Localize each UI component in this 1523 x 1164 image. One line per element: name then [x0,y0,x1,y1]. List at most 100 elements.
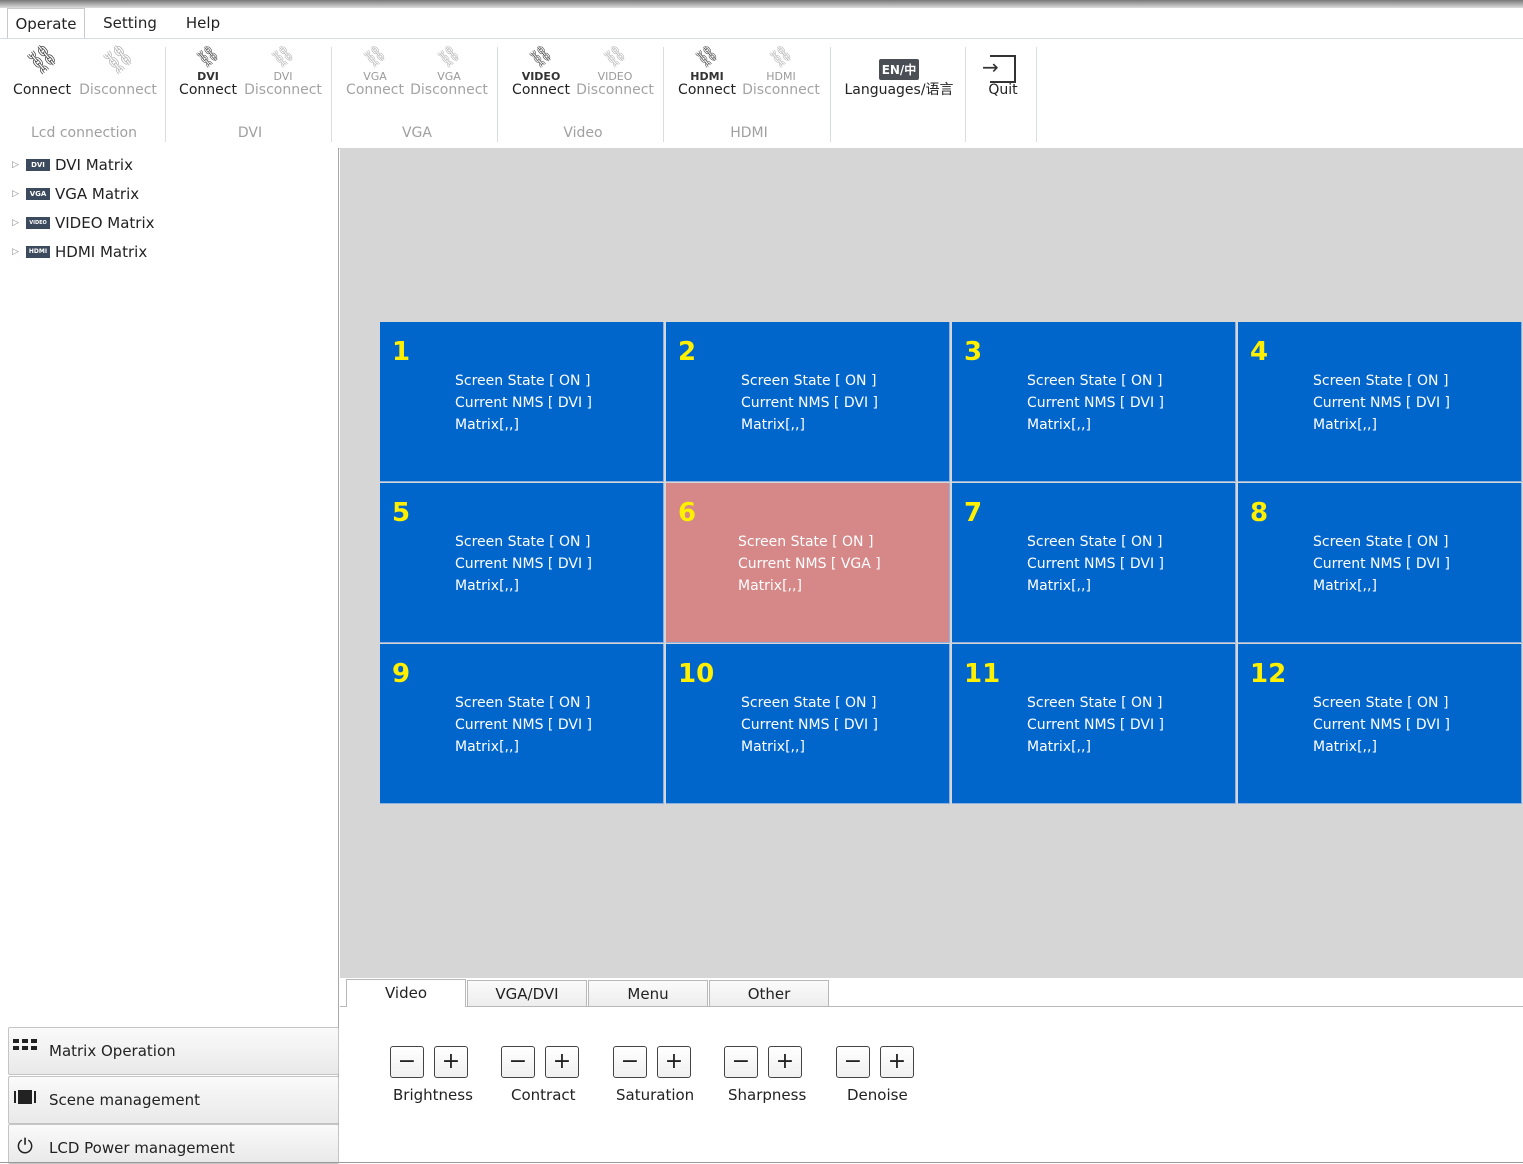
screen-number: 11 [964,659,1001,689]
screen-state-text: Screen State [ ON ] [1313,695,1449,711]
contract-decrease-button[interactable]: − [501,1046,535,1078]
lcd-power-management-button[interactable]: ⏻ LCD Power management [8,1124,339,1164]
matrix-operation-button[interactable]: Matrix Operation [8,1027,339,1075]
brightness-increase-button[interactable]: + [434,1046,468,1078]
video-connect-button[interactable]: ⛓ VIDEO Connect [509,41,573,109]
menu-tab-setting[interactable]: Setting [98,8,162,38]
tab-vga-dvi[interactable]: VGA/DVI [467,980,587,1006]
ribbon-separator [331,47,332,142]
screen-nms-text: Current NMS [ DVI ] [741,717,878,733]
screen-nms-text: Current NMS [ DVI ] [1313,395,1450,411]
screen-nms-text: Current NMS [ DVI ] [1313,717,1450,733]
lcd-connect-button[interactable]: ⛓ Connect [10,38,74,109]
tab-menu[interactable]: Menu [588,980,708,1006]
screen-state-text: Screen State [ ON ] [455,695,591,711]
screen-matrix-text: Matrix[,,] [1027,578,1091,594]
sharpness-increase-button[interactable]: + [768,1046,802,1078]
video-wall-area: 1 Screen State [ ON ] Current NMS [ DVI ] M… [340,148,1523,978]
expand-arrow-icon[interactable]: ▷ [12,241,19,263]
unlink-icon: ⛓ [97,38,139,80]
screen-matrix-text: Matrix[,,] [1313,739,1377,755]
vga-badge-icon: VGA [26,188,50,200]
screen-tile[interactable]: 7 Screen State [ ON ] Current NMS [ DVI ] M… [952,483,1236,643]
expand-arrow-icon[interactable]: ▷ [12,212,19,234]
quit-label: Quit [988,82,1018,98]
group-label-vga: VGA [401,125,432,141]
screen-nms-text: Current NMS [ DVI ] [455,395,592,411]
vga-disconnect-label: Disconnect [410,82,488,98]
hdmi-tag-dim: HDMI [766,70,796,83]
hdmi-connect-button[interactable]: ⛓ HDMI Connect [675,41,739,109]
hdmi-connect-label: Connect [678,82,736,98]
dvi-disconnect-button[interactable]: ⛓ DVI Disconnect [243,41,323,109]
screen-tile[interactable]: 3 Screen State [ ON ] Current NMS [ DVI ] M… [952,322,1236,482]
brightness-label: Brightness [393,1086,473,1104]
denoise-decrease-button[interactable]: − [836,1046,870,1078]
screen-tile[interactable]: 4 Screen State [ ON ] Current NMS [ DVI ] M… [1238,322,1522,482]
scene-management-button[interactable]: Scene management [8,1076,339,1124]
saturation-increase-button[interactable]: + [657,1046,691,1078]
contract-increase-button[interactable]: + [545,1046,579,1078]
lcd-disconnect-button[interactable]: ⛓ Disconnect [78,38,158,109]
ribbon-separator [497,47,498,142]
screen-tile[interactable]: 5 Screen State [ ON ] Current NMS [ DVI ] M… [380,483,664,643]
dvi-connect-button[interactable]: ⛓ DVI Connect [176,41,240,109]
screen-number: 1 [392,337,411,367]
screen-tile[interactable]: 8 Screen State [ ON ] Current NMS [ DVI ] M… [1238,483,1522,643]
screen-tile[interactable]: 1 Screen State [ ON ] Current NMS [ DVI ] M… [380,322,664,482]
screen-tile[interactable]: 11 Screen State [ ON ] Current NMS [ DVI ]… [952,644,1236,804]
screen-state-text: Screen State [ ON ] [455,373,591,389]
hdmi-disconnect-button[interactable]: ⛓ HDMI Disconnect [741,41,821,109]
dvi-badge-icon: DVI [26,159,50,171]
denoise-increase-button[interactable]: + [880,1046,914,1078]
vga-link-icon: ⛓ VGA [343,41,407,83]
saturation-decrease-button[interactable]: − [613,1046,647,1078]
expand-arrow-icon[interactable]: ▷ [12,154,19,176]
screen-state-text: Screen State [ ON ] [741,373,877,389]
brightness-control: − + Brightness [389,1046,473,1106]
screen-nms-text: Current NMS [ DVI ] [1027,395,1164,411]
tree-item-vga-matrix[interactable]: ▷ VGA VGA Matrix [0,183,330,205]
dvi-disconnect-label: Disconnect [244,82,322,98]
vga-tag: VGA [363,70,387,83]
vga-connect-button[interactable]: ⛓ VGA Connect [343,41,407,109]
screen-tile[interactable]: 12 Screen State [ ON ] Current NMS [ DVI ]… [1238,644,1522,804]
tab-video[interactable]: Video [346,979,466,1007]
exit-icon: → [978,47,1028,83]
screen-nms-text: Current NMS [ DVI ] [1313,556,1450,572]
quit-button[interactable]: → Quit [978,47,1028,109]
tree-item-hdmi-matrix[interactable]: ▷ HDMI HDMI Matrix [0,241,330,263]
screen-tile[interactable]: 6 Screen State [ ON ] Current NMS [ VGA ] M… [666,483,950,643]
screen-state-text: Screen State [ ON ] [1027,695,1163,711]
video-tag: VIDEO [521,70,561,83]
tab-other[interactable]: Other [709,980,829,1006]
video-disconnect-button[interactable]: ⛓ VIDEO Disconnect [575,41,655,109]
screen-matrix-text: Matrix[,,] [455,417,519,433]
saturation-label: Saturation [616,1086,695,1104]
screen-tile[interactable]: 10 Screen State [ ON ] Current NMS [ DVI ]… [666,644,950,804]
screen-number: 6 [678,498,697,528]
screen-number: 12 [1250,659,1287,689]
screen-tile[interactable]: 2 Screen State [ ON ] Current NMS [ DVI ] M… [666,322,950,482]
scene-icon [13,1087,37,1109]
tree-item-video-matrix[interactable]: ▷ VIDEO VIDEO Matrix [0,212,330,234]
screen-matrix-text: Matrix[,,] [738,578,802,594]
vga-disconnect-button[interactable]: ⛓ VGA Disconnect [409,41,489,109]
hdmi-unlink-icon: ⛓ HDMI [741,41,821,83]
ribbon-separator [663,47,664,142]
screen-tile[interactable]: 9 Screen State [ ON ] Current NMS [ DVI ] M… [380,644,664,804]
expand-arrow-icon[interactable]: ▷ [12,183,19,205]
video-connect-label: Connect [512,82,570,98]
tree-item-dvi-matrix[interactable]: ▷ DVI DVI Matrix [0,154,330,176]
screen-matrix-text: Matrix[,,] [1313,578,1377,594]
menu-tab-operate[interactable]: Operate [7,8,85,39]
brightness-decrease-button[interactable]: − [390,1046,424,1078]
sharpness-decrease-button[interactable]: − [724,1046,758,1078]
grid-icon [13,1038,37,1060]
languages-button[interactable]: EN/中 Languages/语言 [840,47,958,109]
group-label-video: Video [563,125,603,141]
menu-tab-help[interactable]: Help [178,8,228,38]
tree-item-label: VGA Matrix [55,185,140,203]
screen-number: 10 [678,659,715,689]
lcd-connect-label: Connect [13,82,71,98]
